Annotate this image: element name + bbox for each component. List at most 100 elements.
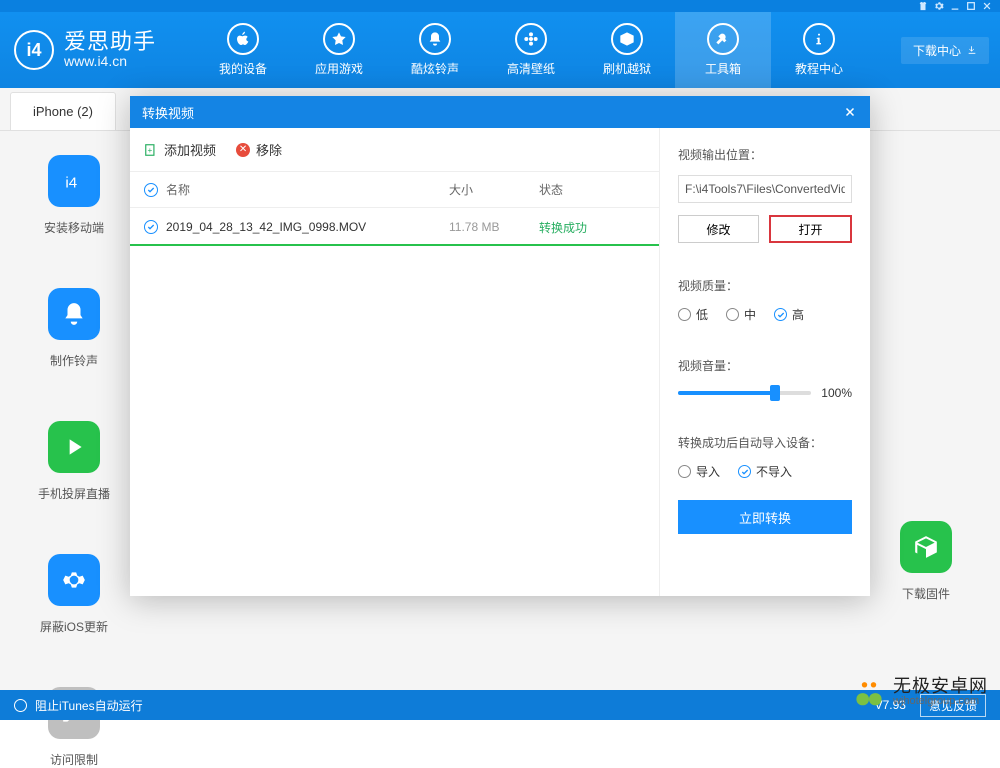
nav-ringtones[interactable]: 酷炫铃声 <box>387 12 483 88</box>
watermark: 无极安卓网 wjhotelgroup.com <box>851 674 988 710</box>
nav-tutorials[interactable]: 教程中心 <box>771 12 867 88</box>
output-path-input[interactable] <box>678 175 852 203</box>
add-video-label: 添加视频 <box>164 140 216 159</box>
watermark-logo-icon <box>851 674 887 710</box>
import-no[interactable]: 不导入 <box>738 463 792 480</box>
auto-import-label: 转换成功后自动导入设备： <box>678 434 852 451</box>
close-icon[interactable] <box>980 1 994 11</box>
titlebar <box>0 0 1000 12</box>
tool-label: 访问限制 <box>50 751 98 768</box>
minimize-icon[interactable] <box>948 1 962 11</box>
watermark-title: 无极安卓网 <box>893 677 988 696</box>
cube-icon <box>900 521 952 573</box>
quality-mid[interactable]: 中 <box>726 306 756 323</box>
row-checkbox[interactable] <box>144 220 158 234</box>
convert-now-button[interactable]: 立即转换 <box>678 500 852 534</box>
col-size: 大小 <box>449 181 539 198</box>
quality-low[interactable]: 低 <box>678 306 708 323</box>
remove-button[interactable]: ✕ 移除 <box>236 140 282 159</box>
apple-icon <box>227 23 259 55</box>
maximize-icon[interactable] <box>964 1 978 11</box>
modal-right-panel: 视频输出位置： 修改 打开 视频质量： 低 中 高 视频音量： 100% <box>660 128 870 596</box>
gear-icon[interactable] <box>932 1 946 11</box>
brand-name: 爱思助手 <box>64 30 156 54</box>
tool-block-ios-update[interactable]: 屏蔽iOS更新 <box>28 554 120 635</box>
remove-icon: ✕ <box>236 143 250 157</box>
radio-label: 导入 <box>696 463 720 480</box>
brand-logo-icon: i4 <box>14 30 54 70</box>
tool-screen-live[interactable]: 手机投屏直播 <box>28 421 120 502</box>
download-icon <box>967 45 977 55</box>
toggle-icon[interactable] <box>14 699 27 712</box>
box-icon <box>611 23 643 55</box>
download-center-label: 下载中心 <box>913 42 961 59</box>
nav-label: 高清壁纸 <box>507 60 555 77</box>
row-status: 转换成功 <box>539 219 659 236</box>
app-header: i4 爱思助手 www.i4.cn 我的设备 应用游戏 酷炫铃声 高清壁纸 刷机… <box>0 12 1000 88</box>
radio-label: 中 <box>744 306 756 323</box>
shirt-icon[interactable] <box>916 1 930 11</box>
main-nav: 我的设备 应用游戏 酷炫铃声 高清壁纸 刷机越狱 工具箱 教程中心 <box>195 12 890 88</box>
nav-label: 工具箱 <box>705 60 741 77</box>
nav-label: 应用游戏 <box>315 60 363 77</box>
output-location-label: 视频输出位置： <box>678 146 852 163</box>
add-video-button[interactable]: + 添加视频 <box>144 140 216 159</box>
add-file-icon: + <box>144 143 158 157</box>
row-progress <box>130 244 659 246</box>
nav-toolbox[interactable]: 工具箱 <box>675 12 771 88</box>
nav-label: 我的设备 <box>219 60 267 77</box>
tool-make-ringtone[interactable]: 制作铃声 <box>28 288 120 369</box>
modal-titlebar: 转换视频 <box>130 96 870 128</box>
nav-label: 教程中心 <box>795 60 843 77</box>
tool-label: 下载固件 <box>902 585 950 602</box>
radio-label: 低 <box>696 306 708 323</box>
modal-close-button[interactable] <box>842 104 858 120</box>
nav-label: 酷炫铃声 <box>411 60 459 77</box>
nav-wallpapers[interactable]: 高清壁纸 <box>483 12 579 88</box>
open-button[interactable]: 打开 <box>769 215 852 243</box>
table-header: 名称 大小 状态 <box>130 172 659 208</box>
nav-flash-jailbreak[interactable]: 刷机越狱 <box>579 12 675 88</box>
row-size: 11.78 MB <box>449 220 539 234</box>
appstore-icon <box>323 23 355 55</box>
svg-text:i4: i4 <box>65 175 77 192</box>
nav-label: 刷机越狱 <box>603 60 651 77</box>
volume-slider[interactable] <box>678 391 811 395</box>
bell-icon <box>419 23 451 55</box>
watermark-url: wjhotelgroup.com <box>893 696 988 708</box>
status-bar: 阻止iTunes自动运行 V7.93 意见反馈 <box>0 690 1000 720</box>
nav-apps-games[interactable]: 应用游戏 <box>291 12 387 88</box>
tools-icon <box>707 23 739 55</box>
download-center-button[interactable]: 下载中心 <box>901 37 989 64</box>
table-row[interactable]: 2019_04_28_13_42_IMG_0998.MOV 11.78 MB 转… <box>130 208 659 246</box>
quality-high[interactable]: 高 <box>774 306 804 323</box>
nav-my-device[interactable]: 我的设备 <box>195 12 291 88</box>
bell-plus-icon <box>48 288 100 340</box>
tool-label: 手机投屏直播 <box>38 485 110 502</box>
flower-icon <box>515 23 547 55</box>
brand-url: www.i4.cn <box>64 54 156 69</box>
radio-label: 高 <box>792 306 804 323</box>
tool-label: 制作铃声 <box>50 352 98 369</box>
tab-iphone[interactable]: iPhone (2) <box>10 92 116 130</box>
volume-label: 视频音量： <box>678 357 852 374</box>
tool-download-firmware[interactable]: 下载固件 <box>880 521 972 602</box>
gear-icon <box>48 554 100 606</box>
modify-button[interactable]: 修改 <box>678 215 759 243</box>
info-icon <box>803 23 835 55</box>
convert-video-modal: 转换视频 + 添加视频 ✕ 移除 名称 大小 状态 <box>130 96 870 596</box>
tool-label: 屏蔽iOS更新 <box>40 618 108 635</box>
volume-value: 100% <box>821 386 852 400</box>
import-yes[interactable]: 导入 <box>678 463 720 480</box>
brand: i4 爱思助手 www.i4.cn <box>0 30 195 70</box>
select-all-checkbox[interactable] <box>144 183 158 197</box>
quality-radios: 低 中 高 <box>678 306 852 323</box>
i4-icon: i4 <box>48 155 100 207</box>
svg-text:+: + <box>148 145 153 154</box>
radio-label: 不导入 <box>756 463 792 480</box>
quality-label: 视频质量： <box>678 277 852 294</box>
tool-install-mobile[interactable]: i4 安装移动端 <box>28 155 120 236</box>
modal-left-panel: + 添加视频 ✕ 移除 名称 大小 状态 2019_04_2 <box>130 128 660 596</box>
status-left-text: 阻止iTunes自动运行 <box>35 697 143 714</box>
tool-label: 安装移动端 <box>44 219 104 236</box>
